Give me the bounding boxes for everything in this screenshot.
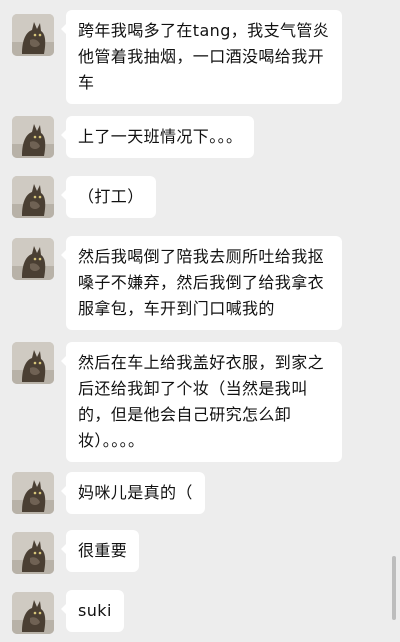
cat-avatar-icon[interactable] <box>12 592 54 634</box>
message-bubble[interactable]: （打工） <box>61 176 156 218</box>
message-bubble[interactable]: 很重要 <box>60 530 140 572</box>
message-bubble[interactable]: 妈咪儿是真的（ <box>61 472 205 514</box>
scrollbar[interactable] <box>392 556 396 620</box>
chat-message-list[interactable]: 跨年我喝多了在tang，我支气管炎他管着我抽烟，一口酒没喝给我开车 上了一天班情… <box>0 0 400 642</box>
message-bubble[interactable]: 然后我喝倒了陪我去厕所吐给我抠嗓子不嫌弃，然后我倒了给我拿衣服拿包，车开到门口喊… <box>61 236 342 330</box>
cat-avatar-icon[interactable] <box>12 532 54 574</box>
cat-avatar-icon[interactable] <box>12 116 54 158</box>
cat-avatar-icon[interactable] <box>12 238 54 280</box>
message-bubble[interactable]: 然后在车上给我盖好衣服，到家之后还给我卸了个妆（当然是我叫的，但是他会自己研究怎… <box>61 342 342 462</box>
message-bubble[interactable]: 上了一天班情况下。。。 <box>60 116 255 158</box>
cat-avatar-icon[interactable] <box>12 176 54 218</box>
message-bubble[interactable]: 跨年我喝多了在tang，我支气管炎他管着我抽烟，一口酒没喝给我开车 <box>61 10 342 104</box>
cat-avatar-icon[interactable] <box>12 472 54 514</box>
message-bubble[interactable]: suki <box>61 590 124 632</box>
cat-avatar-icon[interactable] <box>12 342 54 384</box>
cat-avatar-icon[interactable] <box>12 14 54 56</box>
